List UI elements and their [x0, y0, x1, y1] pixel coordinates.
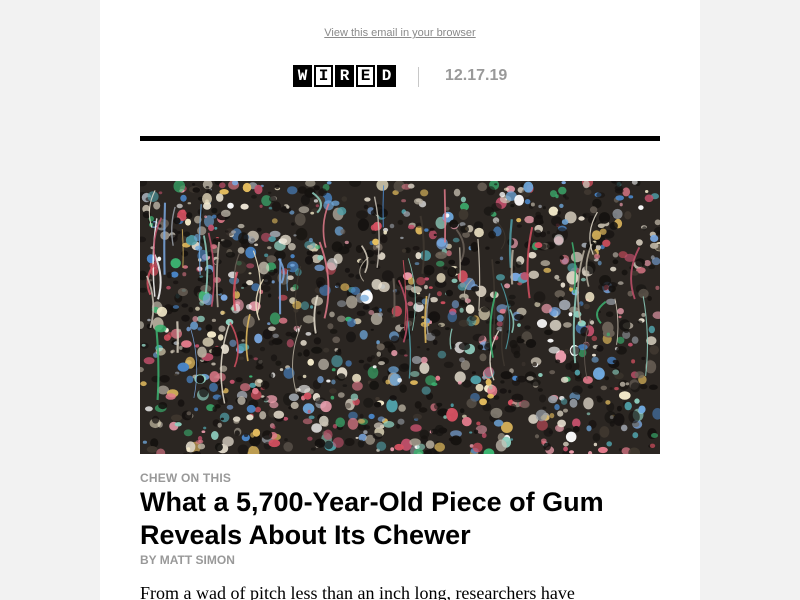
article-headline[interactable]: What a 5,700-Year-Old Piece of Gum Revea…: [140, 486, 660, 552]
issue-date: 12.17.19: [445, 67, 508, 84]
article-kicker[interactable]: CHEW ON THIS: [140, 471, 231, 485]
view-in-browser-link[interactable]: View this email in your browser: [100, 27, 700, 39]
logo-letter-i: I: [314, 65, 333, 87]
masthead-divider: [418, 67, 419, 87]
article-body: From a wad of pitch less than an inch lo…: [140, 583, 575, 600]
wired-logo[interactable]: W I R E D: [293, 65, 396, 87]
gum-wall-photo: [140, 181, 660, 454]
masthead: W I R E D 12.17.19: [100, 65, 700, 89]
logo-letter-r: R: [335, 65, 354, 87]
logo-letter-e: E: [356, 65, 375, 87]
logo-letter-w: W: [293, 65, 312, 87]
article-byline: BY MATT SIMON: [140, 553, 235, 567]
section-rule: [140, 136, 660, 141]
hero-image[interactable]: [140, 181, 660, 454]
logo-letter-d: D: [377, 65, 396, 87]
email-content: View this email in your browser W I R E …: [100, 0, 700, 600]
